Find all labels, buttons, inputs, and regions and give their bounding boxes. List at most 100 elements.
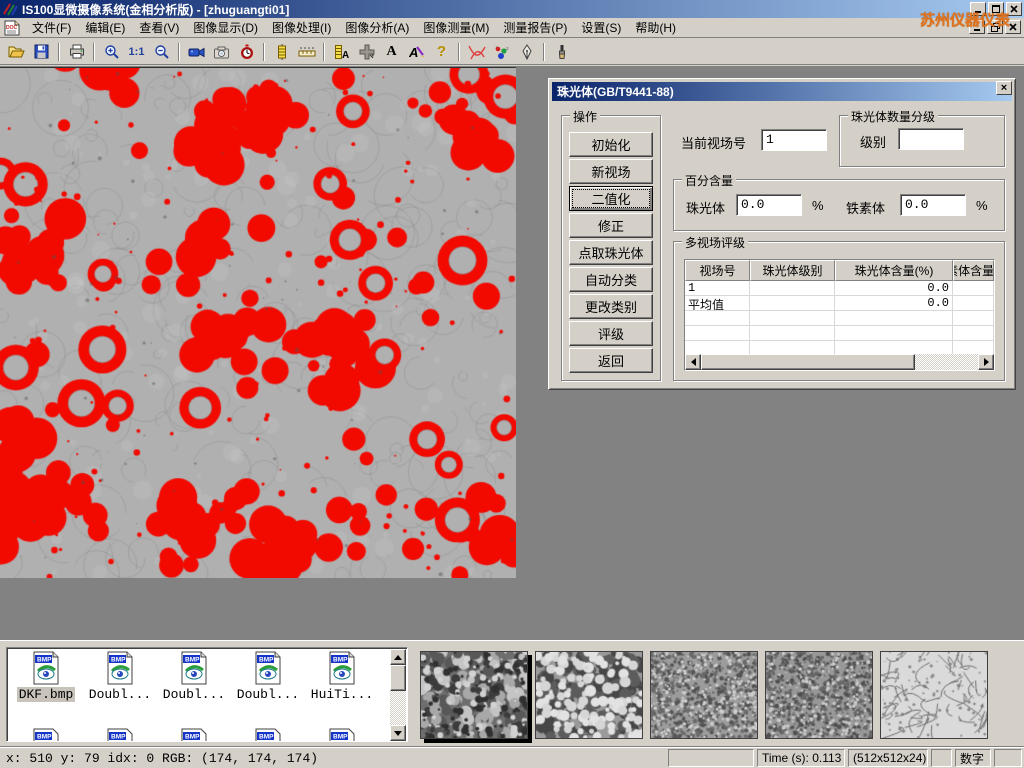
menu-report[interactable]: 测量报告(P) — [496, 17, 574, 38]
thumbnail-2[interactable] — [535, 651, 643, 739]
initialize-button[interactable]: 初始化 — [569, 132, 653, 157]
mdi-restore-button[interactable] — [987, 20, 1003, 34]
status-empty-panel — [994, 749, 1022, 767]
micrograph-image[interactable] — [0, 67, 516, 578]
scroll-left-button[interactable] — [685, 354, 701, 370]
menu-image-measure[interactable]: 图像测量(M) — [416, 17, 496, 38]
col-field-no[interactable]: 视场号 — [685, 260, 750, 281]
pick-pearlite-button[interactable]: 点取珠光体 — [569, 240, 653, 265]
multi-field-group: 多视场评级 视场号 珠光体级别 珠光体含量(%) 铁素体含量(%) 1 0.0 — [673, 241, 1005, 381]
menu-image-analysis[interactable]: 图像分析(A) — [338, 17, 416, 38]
table-row[interactable]: 平均值 0.0 — [685, 296, 994, 311]
minimize-button[interactable] — [970, 2, 986, 16]
thumbnail-4[interactable] — [765, 651, 873, 739]
zoom-in-button[interactable] — [99, 41, 124, 63]
open-button[interactable] — [4, 41, 29, 63]
scrollbar-thumb[interactable] — [701, 354, 915, 370]
status-empty-panel — [931, 749, 952, 767]
bmp-file-icon: BMP — [31, 651, 61, 685]
dialog-close-button[interactable]: × — [996, 81, 1012, 95]
timer-button[interactable] — [234, 41, 259, 63]
pearlite-percent-input[interactable]: 0.0 — [736, 194, 802, 216]
svg-text:BMP: BMP — [37, 734, 52, 741]
menu-settings[interactable]: 设置(S) — [574, 17, 628, 38]
video-camera-button[interactable] — [184, 41, 209, 63]
text-button[interactable]: A — [379, 41, 404, 63]
menu-help[interactable]: 帮助(H) — [628, 17, 683, 38]
menu-view[interactable]: 查看(V) — [132, 17, 186, 38]
binarize-button[interactable]: 二值化 — [569, 186, 653, 211]
return-button[interactable]: 返回 — [569, 348, 653, 373]
file-item-partial[interactable]: BMP — [9, 728, 83, 742]
current-field-input[interactable]: 1 — [761, 129, 827, 151]
file-item[interactable]: BMP DKF.bmp — [9, 651, 83, 702]
svg-text:BMP: BMP — [111, 734, 126, 741]
percent-group-label: 百分含量 — [682, 172, 736, 189]
col-pearlite-grade[interactable]: 珠光体级别 — [750, 260, 835, 281]
auto-classify-button[interactable]: 自动分类 — [569, 267, 653, 292]
file-item-partial[interactable]: BMP — [305, 728, 379, 742]
table-row[interactable] — [685, 326, 994, 341]
file-item[interactable]: BMP Doubl... — [231, 651, 305, 702]
file-list-scrollbar[interactable] — [390, 649, 406, 741]
title-bar[interactable]: IS100显微摄像系统(金相分析版) - [zhuguangti01] — [0, 0, 1024, 18]
col-pearlite-content[interactable]: 珠光体含量(%) — [835, 260, 953, 281]
bottom-panel: BMP DKF.bmp BMP Doubl... BMP Doubl... BM… — [0, 640, 1024, 746]
ferrite-percent-input[interactable]: 0.0 — [900, 194, 966, 216]
toolbar-separator — [323, 43, 325, 61]
file-item[interactable]: BMP Doubl... — [83, 651, 157, 702]
file-item-partial[interactable]: BMP — [231, 728, 305, 742]
scroll-up-button[interactable] — [390, 649, 406, 665]
rgb-sample-button[interactable]: 123 — [489, 41, 514, 63]
table-row[interactable]: 1 0.0 — [685, 281, 994, 296]
menu-image-display[interactable]: 图像显示(D) — [186, 17, 265, 38]
correct-button[interactable]: 修正 — [569, 213, 653, 238]
pen-button[interactable] — [514, 41, 539, 63]
file-item-partial[interactable]: BMP — [157, 728, 231, 742]
calibration-curve-button[interactable] — [464, 41, 489, 63]
print-button[interactable] — [64, 41, 89, 63]
table-row[interactable] — [685, 311, 994, 326]
table-horizontal-scrollbar[interactable] — [685, 354, 994, 370]
scroll-right-button[interactable] — [978, 354, 994, 370]
cell — [953, 326, 994, 340]
zoom-out-button[interactable] — [149, 41, 174, 63]
cell — [685, 326, 750, 340]
menu-image-process[interactable]: 图像处理(I) — [265, 17, 338, 38]
brush-button[interactable] — [549, 41, 574, 63]
grade-label: 级别 — [860, 132, 886, 151]
cell — [685, 341, 750, 355]
col-ferrite-content[interactable]: 铁素体含量(%) — [953, 260, 994, 281]
camera-button[interactable] — [209, 41, 234, 63]
file-item-partial[interactable]: BMP — [83, 728, 157, 742]
close-button[interactable] — [1006, 2, 1022, 16]
vertical-ruler-button[interactable] — [269, 41, 294, 63]
horizontal-ruler-button[interactable] — [294, 41, 319, 63]
maximize-button[interactable] — [988, 2, 1004, 16]
status-empty-panel — [668, 749, 754, 767]
file-item[interactable]: BMP HuiTi... — [305, 651, 379, 702]
move-button[interactable] — [354, 41, 379, 63]
mdi-close-button[interactable] — [1005, 20, 1021, 34]
actual-size-button[interactable]: 1:1 — [124, 41, 149, 63]
grade-input[interactable] — [898, 128, 964, 150]
menu-edit[interactable]: 编辑(E) — [78, 17, 132, 38]
thumbnail-1[interactable] — [420, 651, 528, 739]
thumbnail-3[interactable] — [650, 651, 758, 739]
mdi-minimize-button[interactable] — [969, 20, 985, 34]
scrollbar-thumb[interactable] — [390, 665, 406, 691]
rate-button[interactable]: 评级 — [569, 321, 653, 346]
save-button[interactable] — [29, 41, 54, 63]
new-field-button[interactable]: 新视场 — [569, 159, 653, 184]
edit-text-button[interactable]: A — [404, 41, 429, 63]
menu-file[interactable]: 文件(F) — [25, 17, 78, 38]
dialog-title-bar[interactable]: 珠光体(GB/T9441-88) — [552, 82, 1012, 101]
thumbnail-5[interactable] — [880, 651, 988, 739]
help-button[interactable]: ? — [429, 41, 454, 63]
scrollbar-track[interactable] — [915, 354, 978, 370]
change-class-button[interactable]: 更改类别 — [569, 294, 653, 319]
file-item[interactable]: BMP Doubl... — [157, 651, 231, 702]
menu-bar: DOC 文件(F) 编辑(E) 查看(V) 图像显示(D) 图像处理(I) 图像… — [0, 18, 1024, 38]
scroll-down-button[interactable] — [390, 725, 406, 741]
measure-label-button[interactable]: A — [329, 41, 354, 63]
